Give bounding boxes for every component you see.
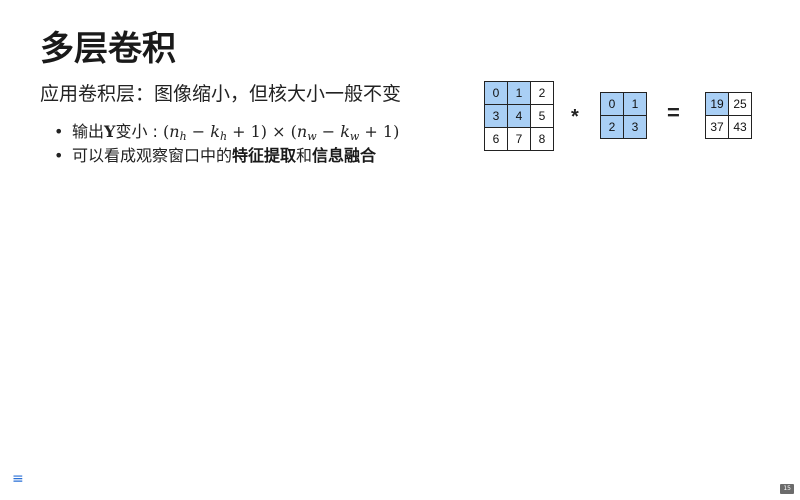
output-cell: 25	[729, 93, 752, 116]
bold-feature-extraction: 特征提取	[232, 146, 297, 165]
input-cell: 0	[485, 82, 508, 105]
input-cell: 5	[531, 105, 554, 128]
kernel-cell: 2	[601, 116, 624, 139]
page-number-badge: 15	[780, 484, 794, 494]
bullet-list: 输出Y变小 : (nh − kh + 1) × (nw − kw + 1) 可以…	[52, 120, 399, 168]
input-matrix: 0 1 2 3 4 5 6 7 8	[484, 81, 554, 151]
input-cell: 4	[508, 105, 531, 128]
kernel-cell: 1	[624, 93, 647, 116]
input-cell: 2	[531, 82, 554, 105]
output-cell: 37	[706, 116, 729, 139]
bullet-output-size: 输出Y变小 : (nh − kh + 1) × (nw − kw + 1)	[52, 120, 399, 144]
convolution-operator: *	[571, 106, 579, 128]
output-cell: 43	[729, 116, 752, 139]
slide-title: 多层卷积	[40, 29, 176, 69]
input-cell: 1	[508, 82, 531, 105]
equals-operator: =	[667, 100, 680, 125]
kernel-cell: 3	[624, 116, 647, 139]
slide-subtitle: 应用卷积层：图像缩小，但核大小一般不变	[40, 83, 402, 105]
input-cell: 3	[485, 105, 508, 128]
output-cell: 19	[706, 93, 729, 116]
input-cell: 7	[508, 128, 531, 151]
kernel-matrix: 0 1 2 3	[600, 92, 647, 139]
output-variable: Y	[104, 122, 116, 141]
output-matrix: 19 25 37 43	[705, 92, 752, 139]
bullet-feature-fusion: 可以看成观察窗口中的特征提取和信息融合	[52, 144, 399, 168]
menu-icon[interactable]: ≡	[12, 472, 24, 486]
bullet-prefix: 输出	[72, 122, 105, 141]
input-cell: 8	[531, 128, 554, 151]
input-cell: 6	[485, 128, 508, 151]
bold-information-fusion: 信息融合	[312, 146, 377, 165]
bullet-mid: 变小 :	[115, 122, 164, 141]
kernel-cell: 0	[601, 93, 624, 116]
output-size-formula: (nh − kh + 1) × (nw − kw + 1)	[163, 122, 400, 143]
